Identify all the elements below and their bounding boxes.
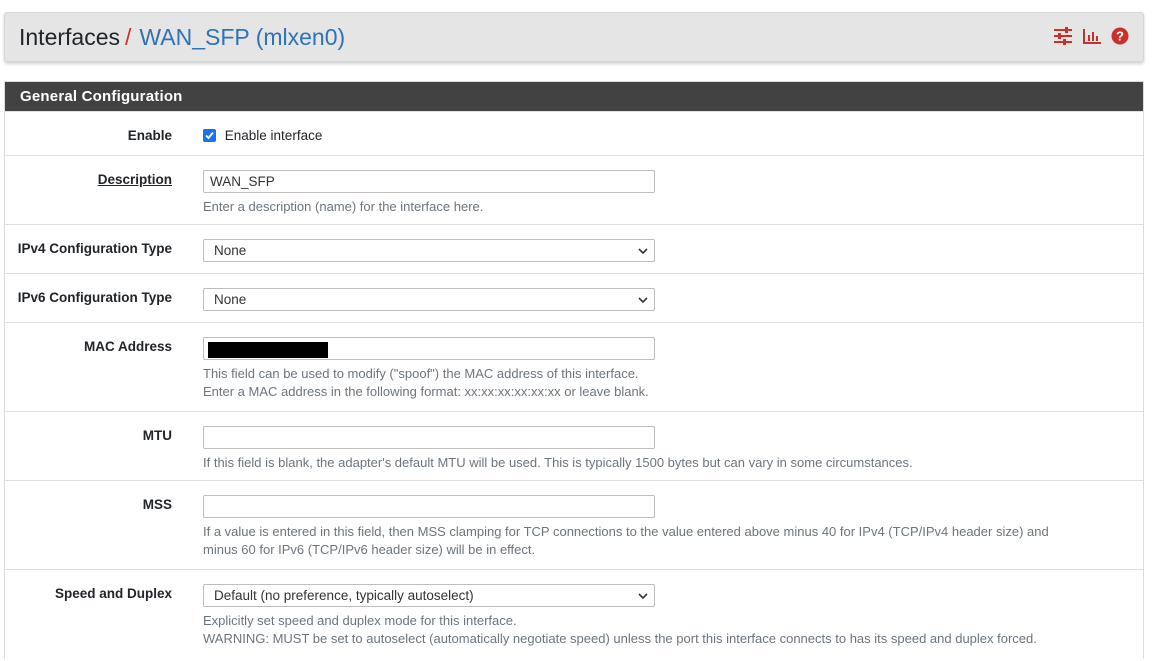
enable-field: Enable interface — [203, 128, 322, 143]
mtu-help: If this field is blank, the adapter's de… — [203, 455, 913, 470]
description-input[interactable]: WAN_SFP — [203, 170, 655, 193]
mss-help-1: If a value is entered in this field, the… — [203, 524, 1049, 539]
help-icon[interactable]: ? — [1111, 27, 1129, 50]
enable-checkbox-label[interactable]: Enable interface — [225, 128, 323, 143]
mss-row: MSS If a value is entered in this field,… — [5, 480, 1143, 569]
description-row: Description WAN_SFP Enter a description … — [5, 155, 1143, 224]
enable-checkbox[interactable] — [203, 129, 216, 142]
ipv6-label: IPv6 Configuration Type — [17, 290, 172, 305]
chevron-down-icon — [638, 593, 648, 600]
speed-duplex-row: Speed and Duplex Default (no preference,… — [5, 569, 1143, 659]
bar-chart-icon[interactable] — [1082, 27, 1102, 50]
mss-input[interactable] — [203, 495, 655, 518]
mtu-row: MTU If this field is blank, the adapter'… — [5, 411, 1143, 480]
chevron-down-icon — [638, 297, 648, 304]
description-field: WAN_SFP Enter a description (name) for t… — [203, 170, 655, 216]
mac-label: MAC Address — [83, 339, 172, 354]
ipv4-select-value: None — [214, 243, 247, 258]
header-icons: ? — [1053, 27, 1129, 50]
ipv4-select[interactable]: None — [203, 239, 655, 262]
ipv6-select-value: None — [214, 292, 247, 307]
breadcrumb: Interfaces / WAN_SFP (mlxen0) ? — [4, 12, 1144, 62]
panel-heading: General Configuration — [5, 82, 1143, 111]
svg-text:?: ? — [1116, 29, 1124, 44]
speed-duplex-help-2: WARNING: MUST be set to autoselect (auto… — [203, 631, 1037, 646]
mac-help-1: This field can be used to modify ("spoof… — [203, 366, 639, 381]
ipv4-field: None — [203, 239, 655, 262]
ipv6-select[interactable]: None — [203, 288, 655, 311]
redacted-block — [208, 342, 328, 358]
breadcrumb-separator: / — [125, 23, 132, 50]
mss-help-2: minus 60 for IPv6 (TCP/IPv6 header size)… — [203, 542, 536, 557]
breadcrumb-root[interactable]: Interfaces — [19, 24, 120, 51]
ipv4-row: IPv4 Configuration Type None — [5, 224, 1143, 273]
breadcrumb-current[interactable]: WAN_SFP (mlxen0) — [139, 24, 345, 51]
mac-help-2: Enter a MAC address in the following for… — [203, 384, 649, 399]
chevron-down-icon — [638, 248, 648, 255]
ipv6-row: IPv6 Configuration Type None — [5, 273, 1143, 322]
mac-field: This field can be used to modify ("spoof… — [203, 337, 655, 401]
enable-label: Enable — [127, 128, 172, 143]
description-help: Enter a description (name) for the inter… — [203, 199, 484, 214]
mtu-input[interactable] — [203, 426, 655, 449]
mtu-label: MTU — [142, 428, 172, 443]
mac-input[interactable] — [203, 337, 655, 360]
speed-duplex-select-value: Default (no preference, typically autose… — [214, 588, 474, 603]
mac-row: MAC Address This field can be used to mo… — [5, 322, 1143, 411]
speed-duplex-select[interactable]: Default (no preference, typically autose… — [203, 584, 655, 607]
general-configuration-panel: General Configuration Enable Enable inte… — [4, 81, 1144, 659]
ipv4-label: IPv4 Configuration Type — [17, 241, 172, 256]
speed-duplex-field: Default (no preference, typically autose… — [203, 584, 1133, 648]
speed-duplex-label: Speed and Duplex — [54, 586, 172, 601]
mss-field: If a value is entered in this field, the… — [203, 495, 1133, 559]
mss-label: MSS — [142, 497, 172, 512]
mtu-field: If this field is blank, the adapter's de… — [203, 426, 913, 472]
ipv6-field: None — [203, 288, 655, 311]
description-label: Description — [97, 172, 172, 187]
enable-row: Enable Enable interface — [5, 111, 1143, 155]
speed-duplex-help-1: Explicitly set speed and duplex mode for… — [203, 613, 517, 628]
sliders-icon[interactable] — [1053, 27, 1073, 50]
